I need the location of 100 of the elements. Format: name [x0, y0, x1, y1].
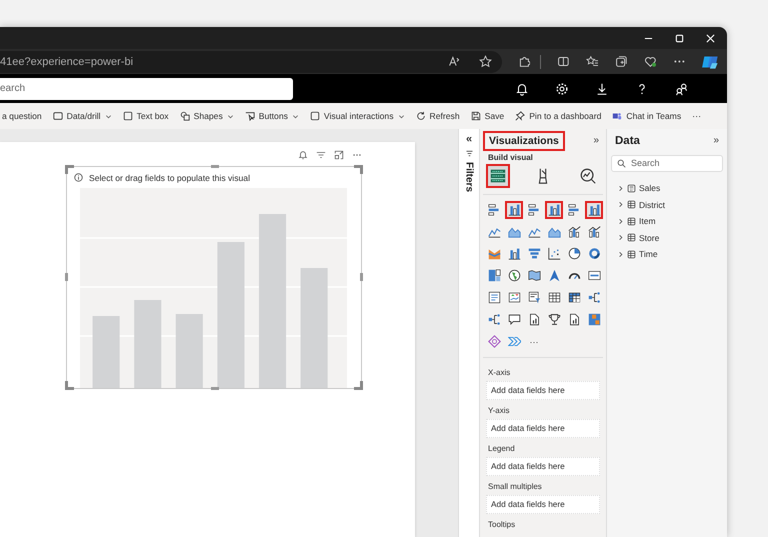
collections-icon[interactable] — [614, 55, 628, 68]
field-well[interactable]: Add data fields here — [486, 456, 600, 476]
database-icon — [52, 111, 63, 122]
address-bar[interactable]: 41ee?experience=power-bi — [0, 50, 502, 73]
table-name[interactable]: District — [639, 200, 665, 210]
expand-button[interactable]: » — [593, 135, 603, 146]
settings-icon[interactable] — [555, 82, 569, 96]
resize-handle[interactable] — [211, 386, 219, 390]
column-chart-icon[interactable] — [585, 200, 603, 219]
maximize-icon[interactable] — [675, 34, 684, 43]
column-chart-icon[interactable] — [505, 200, 523, 219]
toolbar-label[interactable]: Buttons — [258, 111, 288, 122]
close-icon[interactable] — [706, 34, 715, 43]
toolbar-label[interactable]: Save — [484, 111, 504, 122]
resize-handle[interactable] — [354, 164, 363, 174]
download-icon[interactable] — [595, 82, 609, 96]
table-icon — [627, 200, 636, 210]
teams-icon — [612, 111, 622, 122]
caret-icon[interactable] — [104, 112, 112, 120]
toolbar-label[interactable]: Chat in Teams — [626, 111, 682, 122]
chevron-icon[interactable] — [617, 250, 624, 258]
table-icon — [627, 216, 636, 226]
resize-handle[interactable] — [65, 272, 68, 281]
save-icon — [470, 111, 481, 122]
field-well[interactable]: Add data fields here — [486, 494, 600, 514]
cursor-icon — [244, 111, 255, 122]
pane-title: Visualizations — [483, 130, 565, 151]
filter-icon[interactable] — [464, 148, 474, 158]
split-screen-icon[interactable] — [557, 55, 570, 68]
toolbar-button[interactable]: Pin to a dashboard — [513, 111, 604, 122]
toolbar-label[interactable]: Visual interactions — [324, 111, 394, 122]
heart-icon[interactable] — [644, 55, 657, 68]
field-well-label: Small multiples — [487, 480, 543, 493]
visual-container[interactable]: Select or drag fields to populate this visual — [66, 166, 362, 389]
chevron-icon[interactable] — [617, 218, 624, 225]
resize-handle[interactable] — [65, 164, 74, 174]
column-chart-icon[interactable] — [545, 200, 563, 219]
toolbar-button[interactable]: Data/drill — [50, 111, 114, 122]
field-well-label: Y-axis — [487, 404, 510, 417]
toolbar-label[interactable]: Shapes — [194, 111, 223, 122]
collapse-button[interactable]: « — [466, 132, 472, 145]
toolbar-button[interactable]: Refresh — [414, 111, 462, 122]
resize-handle[interactable] — [360, 272, 363, 281]
table-name[interactable]: Sales — [639, 183, 660, 194]
toolbar-label[interactable]: Refresh — [430, 111, 460, 122]
chevron-icon[interactable] — [617, 201, 624, 208]
people-icon[interactable] — [675, 82, 689, 96]
visual-message: Select or drag fields to populate this visual — [89, 172, 250, 183]
table-name[interactable]: Store — [639, 232, 660, 243]
field-well-label: X-axis — [487, 366, 512, 379]
expand-button[interactable]: » — [713, 135, 723, 146]
puzzle-icon[interactable] — [518, 55, 530, 68]
toolbar-label[interactable]: Data/drill — [66, 111, 101, 122]
focus-mode-icon[interactable] — [334, 150, 344, 160]
toolbar-button[interactable]: Buttons — [242, 111, 301, 122]
toolbar-button[interactable]: Chat in Teams — [610, 111, 684, 122]
caret-icon[interactable] — [226, 112, 234, 120]
table-name[interactable]: Item — [639, 216, 656, 226]
text-box-icon — [122, 111, 133, 122]
caret-icon[interactable] — [398, 112, 405, 120]
field-well[interactable]: Add data fields here — [486, 418, 600, 438]
more-visuals-button[interactable]: ··· — [525, 332, 543, 351]
table-icon — [627, 233, 636, 242]
table-icon — [627, 250, 636, 259]
toolbar-button[interactable]: Shapes — [178, 111, 236, 122]
pin-icon — [515, 111, 526, 122]
search-field[interactable]: earch — [0, 78, 293, 100]
square-icon — [310, 111, 320, 122]
resize-handle[interactable] — [354, 380, 363, 390]
favorites-icon[interactable] — [586, 55, 599, 68]
search-icon — [617, 158, 626, 168]
bell-icon[interactable] — [515, 82, 529, 96]
toolbar-button[interactable]: Visual interactions — [308, 111, 407, 122]
read-aloud-icon[interactable] — [448, 55, 461, 68]
toolbar-label[interactable]: Text box — [136, 111, 169, 122]
magnifier-chart-icon — [579, 166, 597, 185]
chevron-icon[interactable] — [617, 234, 624, 242]
build-tab[interactable] — [486, 164, 510, 188]
field-well[interactable]: Add data fields here — [486, 380, 600, 400]
toolbar-button[interactable]: Save — [468, 111, 506, 122]
refresh-icon — [416, 111, 426, 122]
chevron-icon[interactable] — [617, 184, 624, 192]
filters-pane-label[interactable]: Filters — [464, 162, 474, 192]
resize-handle[interactable] — [211, 164, 219, 168]
section-label: Build visual — [487, 152, 534, 162]
pane-title: Data — [614, 134, 640, 147]
caret-icon[interactable] — [292, 112, 299, 120]
resize-handle[interactable] — [65, 380, 74, 390]
toolbar-label[interactable]: Pin to a dashboard — [529, 111, 602, 122]
search-field[interactable]: Search — [611, 154, 723, 172]
table-grid-icon — [489, 166, 507, 185]
calculator-icon — [627, 184, 636, 193]
table-name[interactable]: Time — [639, 249, 658, 260]
more-options-button[interactable]: ··· — [690, 111, 704, 122]
field-well-label: Legend — [487, 442, 516, 455]
star-icon[interactable] — [478, 55, 492, 68]
shapes-icon — [180, 111, 190, 122]
field-well-label: Tooltips — [487, 518, 516, 531]
info-icon — [74, 173, 83, 182]
toolbar-button[interactable]: Text box — [120, 111, 171, 122]
